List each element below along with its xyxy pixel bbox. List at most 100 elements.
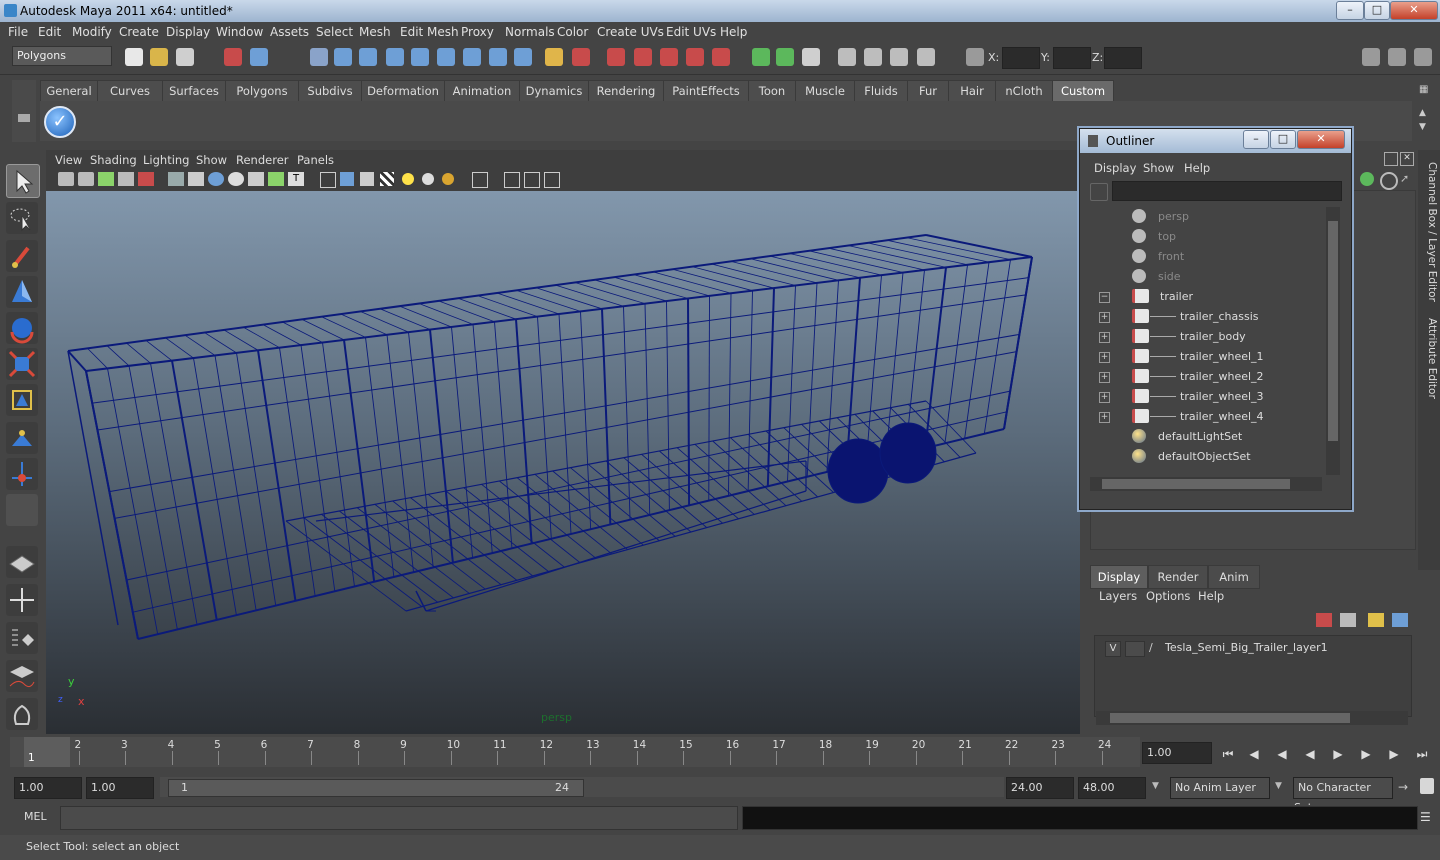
outliner-item[interactable]: + trailer_wheel_3 [1088, 387, 1328, 407]
wireframe-icon[interactable] [320, 172, 336, 188]
render-frame-icon[interactable] [864, 48, 882, 66]
layer-tab-render[interactable]: Render [1148, 565, 1208, 589]
menu-normals[interactable]: Normals [505, 25, 555, 39]
shelf-tab-toon[interactable]: Toon [748, 80, 796, 102]
rotate-tool-icon[interactable] [6, 312, 38, 344]
graph-persp-layout-icon[interactable] [6, 660, 38, 692]
outliner-minimize-button[interactable]: – [1243, 130, 1269, 149]
move-layer-down-icon[interactable] [1340, 613, 1356, 627]
current-time-marker[interactable]: 1 [24, 737, 70, 767]
step-forward-frame-button[interactable]: ▶ [1384, 744, 1404, 764]
layer-menu-options[interactable]: Options [1146, 589, 1190, 603]
viewport-menu-panels[interactable]: Panels [297, 153, 334, 167]
maximize-button[interactable]: □ [1364, 1, 1390, 20]
collapse-icon[interactable]: − [1099, 292, 1110, 303]
joint-mask-icon[interactable] [437, 48, 455, 66]
select-camera-icon[interactable] [58, 172, 74, 186]
snap-curve-icon[interactable] [634, 48, 652, 66]
character-set-dropdown-icon[interactable]: ▼ [1275, 781, 1282, 791]
range-slider[interactable]: 1 24 [160, 777, 1004, 797]
shelf-scroll[interactable]: ▦ ▲ ▼ [1416, 84, 1432, 138]
default-lighting-icon[interactable] [402, 173, 414, 185]
field-chart-icon[interactable] [248, 172, 264, 186]
shelf-tab-dynamics[interactable]: Dynamics [519, 80, 589, 102]
shelf-tab-polygons[interactable]: Polygons [225, 80, 299, 102]
textured-icon[interactable] [380, 172, 394, 186]
layer-tab-display[interactable]: Display [1090, 565, 1148, 589]
outliner-item[interactable]: + trailer_wheel_4 [1088, 407, 1328, 427]
shelf-scroll-down-icon[interactable]: ▼ [1419, 122, 1426, 132]
menu-help[interactable]: Help [720, 25, 747, 39]
pick-mask-icon[interactable] [334, 48, 352, 66]
output-ops-icon[interactable] [776, 48, 794, 66]
go-to-end-button[interactable]: ⏭ [1412, 744, 1432, 764]
layer-row[interactable]: V ∕ Tesla_Semi_Big_Trailer_layer1 [1101, 639, 1411, 657]
shelf-tab-curves[interactable]: Curves [97, 80, 163, 102]
channel-box-toggle-icon[interactable] [1414, 48, 1432, 66]
panel-close-icon[interactable]: ✕ [1400, 152, 1414, 166]
expand-icon[interactable]: + [1099, 332, 1110, 343]
step-forward-key-button[interactable]: ▶ [1356, 744, 1376, 764]
tab-attribute-editor[interactable]: Attribute Editor [1420, 318, 1438, 399]
layer-hscroll-thumb[interactable] [1110, 713, 1350, 723]
film-gate-icon[interactable] [188, 172, 204, 186]
outliner-item[interactable]: + trailer_wheel_1 [1088, 347, 1328, 367]
2d-pan-zoom-icon[interactable] [138, 172, 154, 186]
outliner-item[interactable]: persp [1088, 207, 1328, 227]
save-scene-icon[interactable] [176, 48, 194, 66]
safe-action-icon[interactable] [268, 172, 284, 186]
shadows-icon[interactable] [442, 173, 454, 185]
expand-icon[interactable]: + [1099, 312, 1110, 323]
deform-mask-icon[interactable] [411, 48, 429, 66]
layer-menu-help[interactable]: Help [1198, 589, 1224, 603]
shelf-tab-animation[interactable]: Animation [444, 80, 520, 102]
outliner-close-button[interactable]: ✕ [1297, 130, 1345, 149]
highlight-selection-icon[interactable] [572, 48, 590, 66]
outliner-item[interactable]: defaultLightSet [1088, 427, 1328, 447]
anim-layer-dropdown-icon[interactable]: ▼ [1152, 781, 1159, 791]
close-button[interactable]: ✕ [1390, 1, 1438, 20]
menu-color[interactable]: Color [557, 25, 588, 39]
step-back-key-button[interactable]: ◀ [1272, 744, 1292, 764]
y-field[interactable] [1053, 47, 1091, 69]
shelf-options[interactable] [12, 80, 36, 142]
layer-visibility-toggle[interactable]: V [1105, 641, 1121, 657]
layer-menu-layers[interactable]: Layers [1099, 589, 1137, 603]
layer-playback-toggle[interactable] [1125, 641, 1145, 657]
shelf-tab-ncloth[interactable]: nCloth [995, 80, 1053, 102]
shelf-tab-custom[interactable]: Custom [1052, 80, 1114, 102]
menu-mesh[interactable]: Mesh [359, 25, 391, 39]
outliner-item[interactable]: + trailer_body [1088, 327, 1328, 347]
outliner-hscroll[interactable] [1090, 477, 1322, 491]
menu-create-uvs[interactable]: Create UVs [597, 25, 664, 39]
channel-lock-icon[interactable] [1380, 172, 1398, 190]
outliner-item[interactable]: − trailer [1088, 287, 1328, 307]
menu-modify[interactable]: Modify [72, 25, 112, 39]
select-hierarchy-icon[interactable] [224, 48, 242, 66]
expand-icon[interactable]: + [1099, 392, 1110, 403]
image-plane-icon[interactable] [118, 172, 134, 186]
menu-create[interactable]: Create [119, 25, 159, 39]
soft-modification-icon[interactable] [6, 422, 38, 454]
shelf-tab-rendering[interactable]: Rendering [588, 80, 664, 102]
go-to-start-button[interactable]: ⏮ [1218, 744, 1238, 764]
auto-key-icon[interactable]: → [1398, 780, 1408, 794]
x-field[interactable] [1002, 47, 1040, 69]
safe-title-icon[interactable]: T [288, 172, 304, 186]
camera-attributes-icon[interactable] [78, 172, 94, 186]
lasso-tool-icon[interactable] [6, 202, 38, 234]
shelf-scroll-up-icon[interactable]: ▲ [1419, 108, 1426, 118]
move-layer-up-icon[interactable] [1316, 613, 1332, 627]
curve-mask-icon[interactable] [359, 48, 377, 66]
bookmarks-icon[interactable] [98, 172, 114, 186]
perspective-viewport[interactable]: persp y x z [46, 191, 1080, 734]
create-layer-from-selected-icon[interactable] [1392, 613, 1408, 627]
tool-settings-toggle-icon[interactable] [1388, 48, 1406, 66]
anim-layer-selector[interactable]: No Anim Layer [1170, 777, 1270, 799]
last-tool-used-icon[interactable] [6, 494, 38, 526]
z-field[interactable] [1104, 47, 1142, 69]
smooth-shade-icon[interactable] [340, 172, 354, 186]
viewport-menu-renderer[interactable]: Renderer [236, 153, 289, 167]
resolution-gate-icon[interactable] [208, 172, 224, 186]
layer-color-icon[interactable]: ∕ [1149, 641, 1153, 654]
